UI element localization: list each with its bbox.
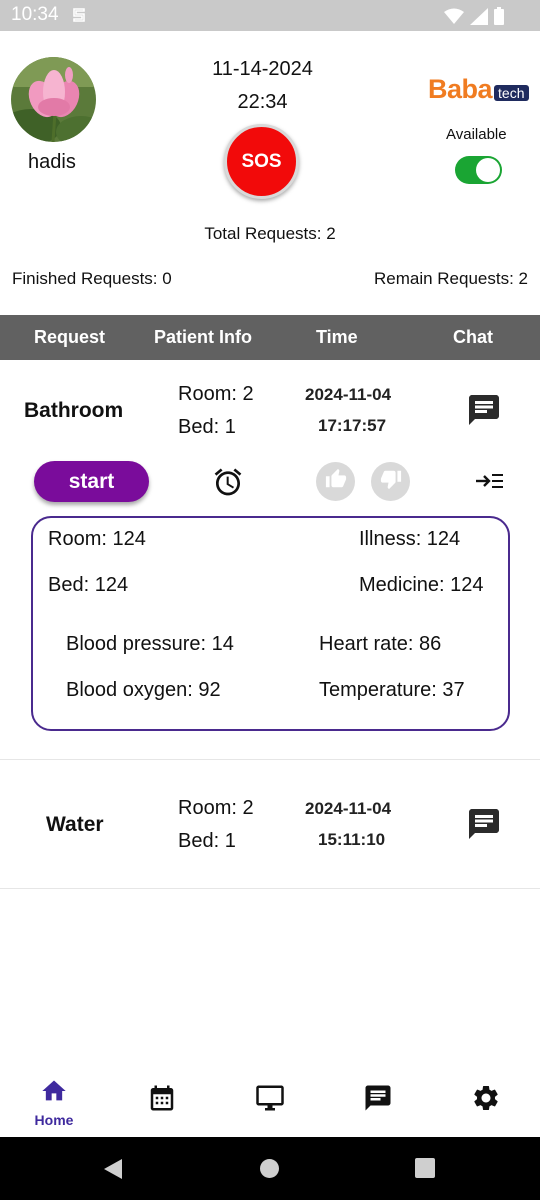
user-name: hadis — [28, 151, 76, 173]
nav-home-label: Home — [34, 1112, 74, 1128]
request-title[interactable]: Bathroom — [24, 399, 123, 423]
like-button[interactable] — [316, 462, 355, 501]
detail-room: Room: 124 — [48, 528, 146, 550]
finished-requests: Finished Requests: 0 — [12, 269, 172, 288]
chat-icon[interactable] — [466, 806, 502, 847]
bottom-navigation: Home — [0, 1073, 540, 1137]
column-header-time: Time — [316, 327, 358, 347]
detail-blood-pressure: Blood pressure: 14 — [66, 633, 234, 655]
row-divider — [0, 888, 540, 889]
detail-bed: Bed: 124 — [48, 574, 129, 596]
thumb-up-icon — [325, 468, 347, 495]
request-bed: Bed: 1 — [178, 830, 236, 852]
status-bar: 10:34 — [0, 0, 540, 31]
total-requests: Total Requests: 2 — [204, 224, 336, 243]
toggle-knob — [476, 158, 500, 182]
request-date: 2024-11-04 — [305, 799, 392, 818]
column-header-chat: Chat — [453, 327, 493, 347]
detail-medicine: Medicine: 124 — [359, 574, 484, 596]
remain-requests: Remain Requests: 2 — [373, 269, 528, 288]
battery-icon — [494, 7, 504, 30]
table-header: Request Patient Info Time Chat — [0, 315, 540, 360]
status-time: 10:34 — [11, 4, 59, 25]
chat-icon[interactable] — [466, 392, 502, 433]
back-icon[interactable] — [102, 1158, 124, 1185]
detail-illness: Illness: 124 — [359, 528, 461, 550]
sync-icon — [72, 6, 86, 29]
detail-heart-rate: Heart rate: 86 — [319, 633, 442, 655]
request-room: Room: 2 — [178, 797, 254, 819]
system-navigation-bar — [0, 1137, 540, 1200]
signal-icon — [470, 7, 488, 30]
monitor-icon — [255, 1083, 285, 1118]
home-button-icon[interactable] — [259, 1158, 280, 1184]
request-date: 2024-11-04 — [305, 385, 392, 404]
column-header-request: Request — [34, 327, 106, 347]
wifi-icon — [444, 8, 464, 29]
availability-toggle[interactable] — [455, 156, 502, 184]
request-room: Room: 2 — [178, 383, 254, 405]
sos-button[interactable]: SOS — [224, 124, 299, 199]
row-divider — [0, 759, 540, 760]
column-header-patient-info: Patient Info — [154, 327, 252, 347]
transfer-icon[interactable] — [474, 468, 504, 499]
detail-temperature: Temperature: 37 — [319, 679, 465, 701]
calendar-icon — [147, 1083, 177, 1118]
request-bed: Bed: 1 — [178, 416, 236, 438]
detail-blood-oxygen: Blood oxygen: 92 — [66, 679, 221, 701]
dislike-button[interactable] — [371, 462, 410, 501]
alarm-icon[interactable] — [212, 466, 244, 503]
nav-home[interactable]: Home — [0, 1077, 108, 1141]
recents-icon[interactable] — [415, 1158, 435, 1183]
request-title[interactable]: Water — [46, 813, 104, 837]
request-time: 15:11:10 — [318, 830, 386, 849]
chat-icon — [363, 1083, 393, 1118]
brand-logo: Baba tech — [428, 74, 529, 105]
brand-name-part2: tech — [494, 84, 529, 101]
brand-name-part1: Baba — [428, 74, 493, 104]
home-icon — [40, 1077, 68, 1110]
availability-label: Available — [446, 126, 507, 143]
request-time: 17:17:57 — [318, 416, 387, 435]
gear-icon — [471, 1083, 501, 1118]
start-button[interactable]: start — [34, 461, 149, 502]
thumb-down-icon — [380, 468, 402, 495]
